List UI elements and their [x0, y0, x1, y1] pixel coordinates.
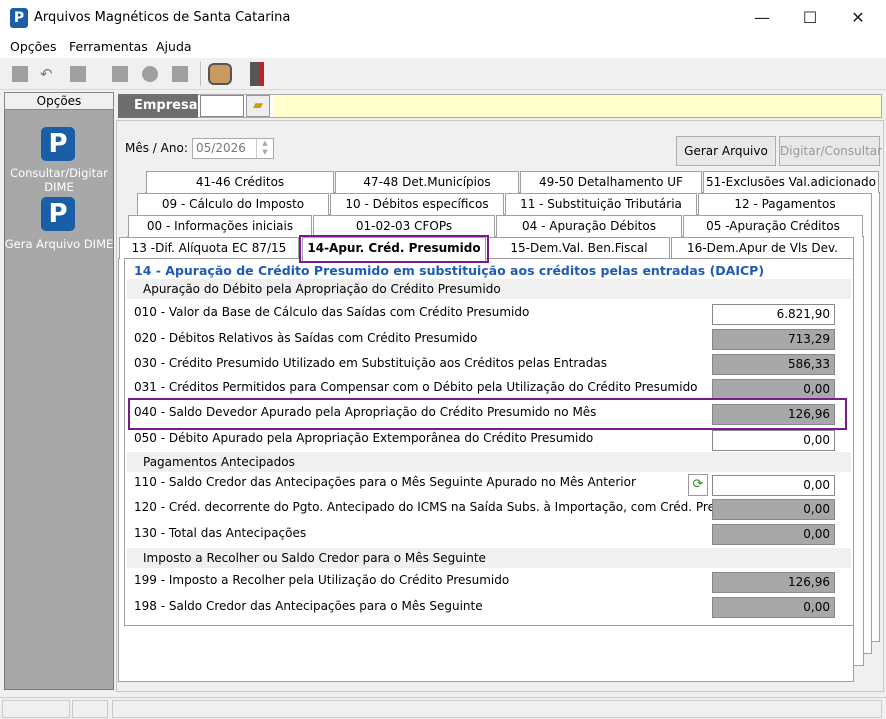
undo-icon[interactable]: ↶	[40, 66, 56, 82]
close-button[interactable]: ✕	[834, 0, 882, 36]
menu-opcoes[interactable]: Opções	[10, 39, 57, 54]
group-header-imposto: Imposto a Recolher ou Saldo Credor para …	[127, 548, 851, 568]
status-segment	[72, 700, 108, 718]
group-header-apuracao: Apuração do Débito pela Apropriação do C…	[127, 279, 851, 299]
sidebar-header: Opções	[4, 92, 114, 110]
tab-13[interactable]: 13 -Dif. Alíquota EC 87/15	[119, 237, 299, 259]
row-label-130: 130 - Total das Antecipações	[134, 526, 307, 540]
value-199: 126,96	[712, 572, 835, 593]
empresa-name-field	[273, 95, 881, 117]
active-tab-highlight	[299, 235, 489, 263]
digitar-consultar-button[interactable]: Digitar/Consultar	[779, 136, 882, 166]
tab-09[interactable]: 09 - Cálculo do Imposto	[137, 193, 329, 215]
row-label-020: 020 - Débitos Relativos às Saídas com Cr…	[134, 331, 478, 345]
value-120: 0,00	[712, 499, 835, 520]
value-031: 0,00	[712, 379, 835, 400]
value-010-input[interactable]: 6.821,90	[712, 304, 835, 325]
menu-ferramentas[interactable]: Ferramentas	[69, 39, 148, 54]
tab-05[interactable]: 05 -Apuração Créditos	[683, 215, 863, 237]
value-030: 586,33	[712, 354, 835, 375]
menu-ajuda[interactable]: Ajuda	[156, 39, 192, 54]
row-label-050: 050 - Débito Apurado pela Apropriação Ex…	[134, 431, 594, 445]
value-020: 713,29	[712, 329, 835, 350]
folder-open-icon[interactable]: ▰	[246, 95, 270, 117]
sidebar-item-consultar[interactable]: Consultar/Digitar DIME	[4, 166, 114, 194]
spinner-icon[interactable]: ▲ ▼	[256, 139, 273, 158]
gerar-arquivo-button[interactable]: Gerar Arquivo	[676, 136, 776, 166]
value-050-input[interactable]: 0,00	[712, 430, 835, 451]
toolbar	[0, 58, 886, 90]
tab-47-48[interactable]: 47-48 Det.Municípios	[335, 171, 519, 193]
tab-16[interactable]: 16-Dem.Apur de Vls Dev.	[671, 237, 854, 259]
tab-15[interactable]: 15-Dem.Val. Ben.Fiscal	[488, 237, 670, 259]
tab-04[interactable]: 04 - Apuração Débitos	[496, 215, 682, 237]
tab-41-46[interactable]: 41-46 Créditos	[146, 171, 334, 193]
document-icon[interactable]	[112, 66, 128, 82]
toolbar-separator	[200, 62, 201, 86]
tab-10[interactable]: 10 - Débitos específicos	[330, 193, 504, 215]
empresa-label: Empresa	[118, 94, 198, 118]
search-icon[interactable]	[142, 66, 158, 82]
print-icon[interactable]	[172, 66, 188, 82]
period-label: Mês / Ano:	[125, 141, 188, 155]
row-040-highlight	[128, 398, 847, 430]
row-label-030: 030 - Crédito Presumido Utilizado em Sub…	[134, 356, 607, 370]
tab-11[interactable]: 11 - Substituição Tributária	[505, 193, 697, 215]
delete-icon[interactable]	[70, 66, 86, 82]
value-110-input[interactable]: 0,00	[712, 475, 835, 496]
value-130: 0,00	[712, 524, 835, 545]
row-label-031: 031 - Créditos Permitidos para Compensar…	[134, 380, 698, 394]
empresa-code-input[interactable]	[200, 95, 244, 117]
consultar-dime-icon[interactable]: P	[41, 127, 75, 161]
section-title: 14 - Apuração de Crédito Presumido em su…	[134, 263, 769, 278]
sidebar-item-gera-arquivo[interactable]: Gera Arquivo DIME	[4, 237, 114, 251]
tab-01-02-03[interactable]: 01-02-03 CFOPs	[313, 215, 495, 237]
new-icon[interactable]	[12, 66, 28, 82]
status-segment	[2, 700, 70, 718]
minimize-button[interactable]: —	[738, 0, 786, 36]
exit-icon[interactable]	[250, 62, 264, 86]
window-title: Arquivos Magnéticos de Santa Catarina	[34, 10, 291, 25]
value-198: 0,00	[712, 597, 835, 618]
gera-arquivo-icon[interactable]: P	[41, 197, 75, 231]
handshake-icon[interactable]	[208, 63, 232, 85]
app-icon: P	[10, 8, 28, 28]
tab-12[interactable]: 12 - Pagamentos	[698, 193, 872, 215]
status-segment	[112, 700, 882, 718]
tab-51[interactable]: 51-Exclusões Val.adicionado	[703, 171, 879, 193]
row-label-199: 199 - Imposto a Recolher pela Utilização…	[134, 573, 510, 587]
refresh-icon[interactable]: ⟳	[688, 474, 708, 496]
tab-49-50[interactable]: 49-50 Detalhamento UF	[520, 171, 702, 193]
row-label-110: 110 - Saldo Credor das Antecipações para…	[134, 475, 636, 489]
maximize-button[interactable]: ☐	[786, 0, 834, 36]
row-label-010: 010 - Valor da Base de Cálculo das Saída…	[134, 305, 530, 319]
row-label-120: 120 - Créd. decorrente do Pgto. Antecipa…	[134, 500, 726, 514]
tab-00[interactable]: 00 - Informações iniciais	[128, 215, 312, 237]
group-header-pagamentos: Pagamentos Antecipados	[127, 452, 851, 472]
row-label-198: 198 - Saldo Credor das Antecipações para…	[134, 599, 483, 613]
